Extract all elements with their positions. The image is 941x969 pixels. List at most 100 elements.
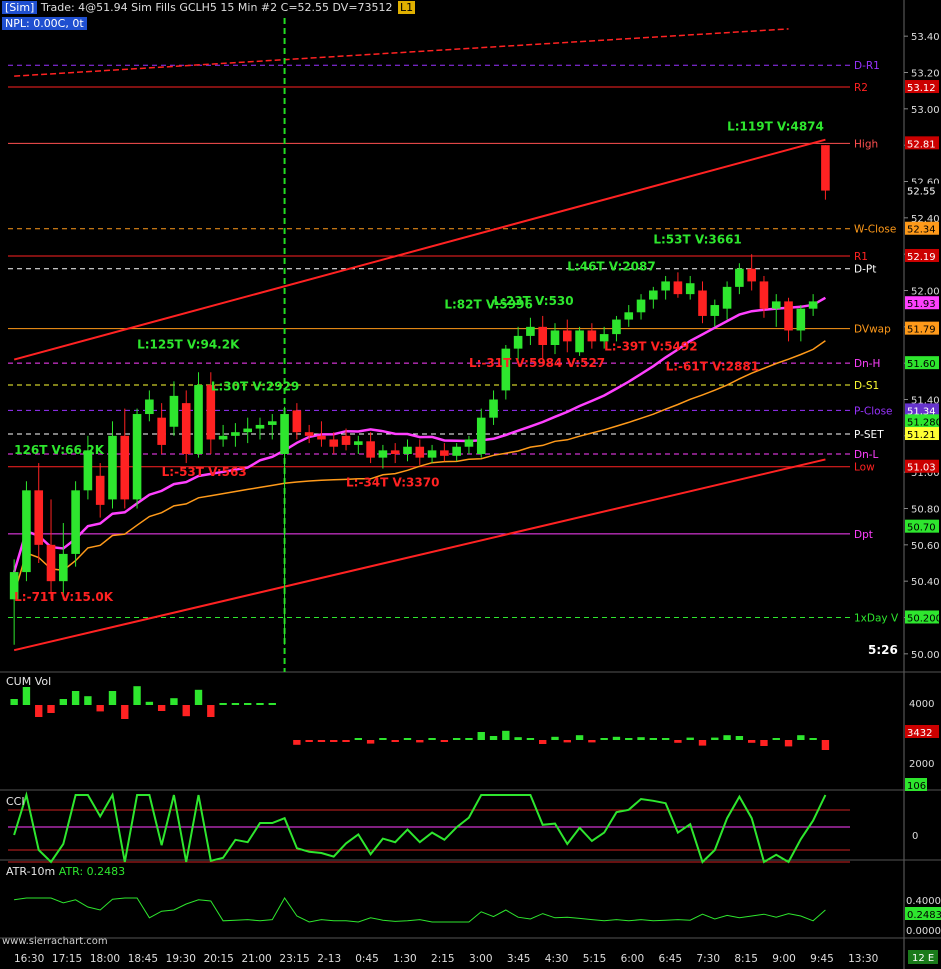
price-level-label: P-Close (854, 405, 893, 417)
candle-body (710, 305, 720, 316)
cumvol-bar (428, 738, 436, 740)
cumvol-bar (821, 740, 830, 750)
trade-annotation: L:125T V:94.2K (137, 338, 240, 352)
candle-body (821, 145, 830, 191)
cci-last-text: 106 (907, 781, 926, 792)
candle-body (808, 301, 818, 309)
price-chart[interactable]: 53.4053.2053.0052.8052.6052.4052.2052.00… (0, 0, 941, 969)
upper-channel-line (14, 28, 789, 77)
atr-tick-label: 0.0000 (906, 926, 941, 937)
cumvol-tick-label: 4000 (909, 699, 934, 710)
cumvol-bar (625, 738, 633, 740)
cumvol-bar (35, 705, 43, 717)
time-axis-label: 3:00 (469, 953, 493, 965)
cumvol-bar (526, 738, 535, 740)
candle-body (120, 435, 130, 500)
cumvol-bar (416, 740, 424, 743)
cumvol-bar (784, 740, 793, 747)
candle-body (464, 439, 474, 447)
level1-tag[interactable]: L1 (398, 1, 416, 14)
trade-annotation: L:46T V:2087 (567, 260, 655, 274)
cum-vol-label: CUM Vol (6, 675, 52, 688)
candle-body (292, 410, 302, 433)
time-axis-label: 2-13 (317, 953, 341, 965)
cumvol-bar (84, 696, 92, 705)
candle-body (378, 450, 388, 458)
cumvol-bar (391, 740, 399, 742)
trade-annotation: L:-34T V:3370 (346, 476, 439, 490)
candle-body (304, 432, 314, 436)
candle-body (280, 414, 289, 454)
time-axis-label: 21:00 (241, 953, 271, 965)
candle-body (612, 319, 621, 335)
header-text: Trade: 4@51.94 Sim Fills GCLH5 15 Min #2… (40, 1, 393, 14)
cumvol-bar (452, 738, 461, 740)
cumvol-bar (231, 703, 240, 705)
cumvol-bar (661, 738, 670, 740)
cumvol-bar (612, 736, 621, 740)
time-axis-label: 0:45 (355, 953, 379, 965)
time-axis-label: 2:15 (431, 953, 455, 965)
price-tag-text: 51.2800 (907, 417, 941, 428)
cumvol-bar (760, 740, 768, 746)
candle-body (317, 435, 326, 440)
price-tag-text: 52.55 (907, 187, 936, 198)
cumvol-bar (10, 699, 18, 705)
cumvol-bar (145, 701, 154, 705)
price-tag-text: 51.60 (907, 359, 936, 370)
chart-window: 53.4053.2053.0052.8052.6052.4052.2052.00… (0, 0, 941, 969)
trade-annotation: L:-39T V:5492 (604, 339, 697, 353)
cumvol-bar (489, 736, 498, 740)
candle-body (673, 281, 683, 295)
price-tag-text: 51.79 (907, 325, 936, 336)
cumvol-bar (698, 740, 707, 746)
candle-body (415, 446, 425, 458)
trade-annotation: L:-31T V:5984 V:527 (469, 356, 605, 370)
cumvol-bar (649, 738, 658, 740)
cumvol-bar (22, 687, 31, 705)
cumvol-bar (575, 735, 584, 740)
cumvol-bar (157, 705, 166, 711)
trade-annotation: L:-71T V:15.0K (14, 590, 114, 604)
candle-body (698, 290, 707, 316)
time-axis-label: 8:15 (734, 953, 758, 965)
candle-body (685, 283, 695, 295)
price-tick-label: 50.40 (911, 577, 940, 588)
cumvol-bar (96, 705, 104, 712)
cumvol-bar (379, 738, 387, 740)
price-tick-label: 50.60 (911, 541, 940, 552)
cumvol-bar (305, 740, 313, 742)
time-axis-label: 6:45 (659, 953, 683, 965)
price-tag-text: 53.12 (907, 83, 936, 94)
candle-body (46, 544, 56, 582)
cumvol-bar (637, 737, 645, 740)
price-tag-text: 52.81 (907, 139, 936, 150)
cumvol-bar (465, 738, 473, 740)
cumvol-bar (366, 740, 375, 744)
price-level-label: Dpt (854, 529, 873, 541)
price-tick-label: 53.00 (911, 105, 940, 116)
price-tag-text: 51.21 (907, 430, 936, 441)
candle-body (255, 424, 265, 429)
time-axis-label: 17:15 (52, 953, 82, 965)
candle-body (427, 450, 437, 458)
candle-body (390, 450, 400, 454)
cumvol-bar (121, 705, 129, 719)
time-axis-label: 23:15 (279, 953, 309, 965)
cumvol-bar (244, 703, 252, 705)
price-level-label: D-Pt (854, 264, 876, 276)
price-level-label: D-S1 (854, 380, 879, 392)
sim-mode-badge[interactable]: [Sim] (2, 1, 38, 14)
cumvol-bar (47, 705, 55, 713)
candle-body (526, 326, 535, 336)
cumvol-bar (293, 740, 301, 745)
candle-body (194, 384, 203, 454)
cumvol-bar (735, 736, 744, 740)
cumvol-bar (71, 691, 80, 705)
atr-label: ATR-10m ATR: 0.2483 (6, 865, 125, 878)
price-level-label: D-R1 (854, 60, 880, 72)
cumvol-bar (440, 740, 449, 742)
candle-body (661, 281, 670, 291)
price-tag-text: 52.19 (907, 252, 936, 263)
price-tag-text: 51.93 (907, 299, 936, 310)
